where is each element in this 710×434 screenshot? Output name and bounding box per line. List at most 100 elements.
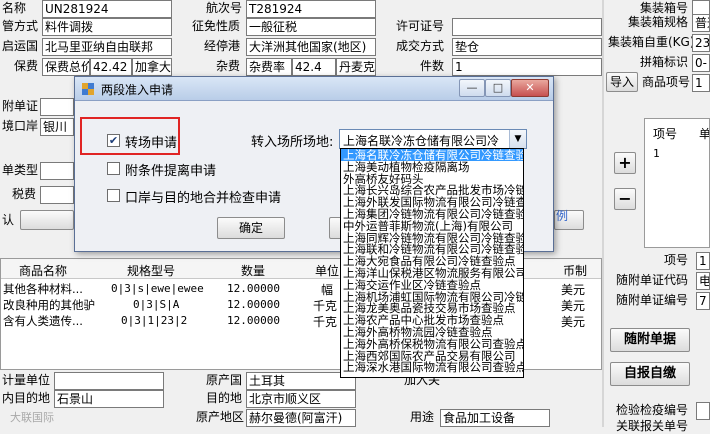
list-item[interactable]: 上海农产品中心批发市场查验点 xyxy=(341,314,523,326)
container-spec-field[interactable]: 普通2 xyxy=(692,14,710,32)
list-item[interactable]: 上海美动植物检疫隔离场 xyxy=(341,161,523,173)
domestic-dest-field[interactable]: 石景山 xyxy=(54,390,164,408)
container-weight-label: 集装箱自重(KG) xyxy=(608,35,695,49)
flight-field[interactable]: T281924 xyxy=(246,0,376,18)
tax-fee-label: 税费 xyxy=(12,187,37,201)
col-currency: 币制 xyxy=(563,264,588,278)
self-report-button[interactable]: 自报自缴 xyxy=(610,362,690,386)
insurance-type-field[interactable]: 保费总价 xyxy=(42,58,90,76)
transfer-place-select[interactable]: 上海名联冷冻仓储有限公司冷 ▼ xyxy=(339,129,527,149)
grid-col-item: 项号 xyxy=(653,127,678,141)
name-field[interactable]: UN281924 xyxy=(42,0,172,18)
attached-doc-button[interactable]: 随附单据 xyxy=(610,328,690,352)
doc-type-field[interactable] xyxy=(40,162,74,180)
row-currency: 美元 xyxy=(561,299,586,313)
attached-num-field[interactable]: 7 xyxy=(696,292,710,310)
row-currency: 美元 xyxy=(561,315,586,329)
close-button[interactable]: ✕ xyxy=(511,79,549,97)
origin-region-field[interactable]: 赫尔曼德(阿富汗) xyxy=(246,409,356,427)
attached-code-field[interactable]: 电 xyxy=(696,272,710,290)
app-icon xyxy=(82,83,94,95)
highlight-box xyxy=(80,117,180,155)
col-unit: 单位 xyxy=(315,264,340,278)
remove-row-button[interactable]: − xyxy=(614,188,636,210)
col-spec: 规格型号 xyxy=(127,264,176,278)
origin-country-field[interactable]: 北马里亚纳自由联邦 xyxy=(42,38,172,56)
misc-type-field[interactable]: 杂费率 xyxy=(246,58,292,76)
attached-doc-grid[interactable]: 项号 单 1 xyxy=(644,118,710,248)
list-item[interactable]: 上海机场浦虹国际物流有限公司冷链 xyxy=(341,291,523,303)
item-no-label: 项号 xyxy=(664,253,689,267)
list-item[interactable]: 上海名联冷冻仓储有限公司冷链查验 xyxy=(341,149,523,161)
transfer-place-dropdown[interactable]: 上海名联冷冻仓储有限公司冷链查验 上海美动植物检疫隔离场 外高桥友好码头 上海长… xyxy=(340,148,524,378)
misc-fee-label: 杂费 xyxy=(216,59,241,73)
list-item[interactable]: 上海同辉冷链物流有限公司冷链查验 xyxy=(341,232,523,244)
row-goods-name: 改良种用的其他驴 xyxy=(3,298,95,312)
confirm-button[interactable]: 确定 xyxy=(217,217,285,239)
row-goods-name: 其他各种材料... xyxy=(3,282,83,296)
list-item[interactable]: 上海外联发国际物流有限公司冷链查 xyxy=(341,196,523,208)
consolidation-flag-field[interactable]: 0- xyxy=(692,54,710,72)
list-item[interactable]: 上海龙美奥品瓷技交易市场查验点 xyxy=(341,302,523,314)
supervision-field[interactable]: 料件调拨 xyxy=(42,18,172,36)
via-port-label: 经停港 xyxy=(204,39,241,53)
entry-port-field[interactable]: 银川 xyxy=(40,118,74,136)
list-item[interactable]: 上海集团冷链物流有限公司冷链查验 xyxy=(341,208,523,220)
add-row-button[interactable]: + xyxy=(614,152,636,174)
goods-no-field[interactable]: 1 xyxy=(692,74,710,92)
list-item[interactable]: 上海外高桥物流园冷链查验点 xyxy=(341,326,523,338)
maximize-button[interactable]: □ xyxy=(485,79,511,97)
port-combined-label: 口岸与目的地合并检查申请 xyxy=(125,191,282,206)
inspect-no-field[interactable] xyxy=(696,402,710,420)
list-item[interactable]: 上海西郊国际农产品交易有限公司 xyxy=(341,350,523,362)
grid-row-item: 1 xyxy=(653,147,660,160)
list-item[interactable]: 中外运普菲斯物流(上海)有限公司 xyxy=(341,220,523,232)
import-button[interactable]: 导入 xyxy=(606,72,638,92)
license-label: 许可证号 xyxy=(396,19,445,33)
list-item[interactable]: 上海洋山保税港区物流服务有限公司 xyxy=(341,267,523,279)
purpose-label: 用途 xyxy=(410,410,435,424)
minimize-button[interactable]: — xyxy=(459,79,485,97)
attached-doc-label: 附单证 xyxy=(2,99,39,113)
list-item[interactable]: 外高桥友好码头 xyxy=(341,173,523,185)
tax-nature-label: 征免性质 xyxy=(192,19,241,33)
license-field[interactable] xyxy=(452,18,602,36)
container-weight-field[interactable]: 23 xyxy=(692,34,710,52)
insurance-label: 保费 xyxy=(14,59,39,73)
item-no-field[interactable]: 1 xyxy=(696,252,710,270)
confirm-stub-button[interactable] xyxy=(20,210,74,230)
chevron-down-icon[interactable]: ▼ xyxy=(509,130,526,148)
tax-fee-field[interactable] xyxy=(40,186,74,204)
purpose-field[interactable]: 食品加工设备 xyxy=(440,409,550,427)
tax-nature-field[interactable]: 一般征税 xyxy=(246,18,376,36)
pieces-field[interactable]: 1 xyxy=(452,58,602,76)
row-qty: 12.00000 xyxy=(227,298,280,311)
dest-area-field[interactable]: 北京市顺义区 xyxy=(246,390,356,408)
via-port-field[interactable]: 大洋洲其他国家(地区) xyxy=(246,38,376,56)
related-decl-label: 关联报关单号 xyxy=(616,419,689,433)
list-item[interactable]: 上海交运作业区冷链查验点 xyxy=(341,279,523,291)
origin-region-label: 原产地区 xyxy=(196,410,245,424)
deal-method-field[interactable]: 垫仓 xyxy=(452,38,602,56)
grid-col-doc: 单 xyxy=(699,127,710,141)
row-spec: 0|3|s|ewe|ewee xyxy=(111,282,204,295)
unit-field[interactable] xyxy=(54,372,164,390)
example-link[interactable]: 例 xyxy=(556,208,568,224)
list-item[interactable]: 上海长兴岛综合农产品批发市场冷链 xyxy=(341,184,523,196)
insurance-amount-field[interactable]: 42.42 xyxy=(90,58,132,76)
list-item[interactable]: 上海联和冷链物流有限公司冷链查验 xyxy=(341,243,523,255)
port-combined-checkbox[interactable] xyxy=(107,189,120,202)
dialog-titlebar[interactable]: 两段准入申请 — □ ✕ xyxy=(75,77,553,101)
list-item[interactable]: 上海深水港国际物流有限公司查验点 xyxy=(341,361,523,373)
domestic-dest-label: 内目的地 xyxy=(2,391,51,405)
attached-doc-field[interactable] xyxy=(40,98,74,116)
panel-divider xyxy=(602,0,604,427)
list-item[interactable]: 上海大宛食品有限公司冷链查验点 xyxy=(341,255,523,267)
conditional-release-label: 附条件提离申请 xyxy=(125,164,217,179)
conditional-release-checkbox[interactable] xyxy=(107,162,120,175)
doc-type-label: 单类型 xyxy=(2,163,39,177)
misc-currency-field[interactable]: 丹麦克 xyxy=(336,58,376,76)
list-item[interactable]: 上海外高桥保税物流有限公司查验点 xyxy=(341,338,523,350)
insurance-currency-field[interactable]: 加拿大 xyxy=(132,58,172,76)
misc-amount-field[interactable]: 42.4 xyxy=(292,58,336,76)
